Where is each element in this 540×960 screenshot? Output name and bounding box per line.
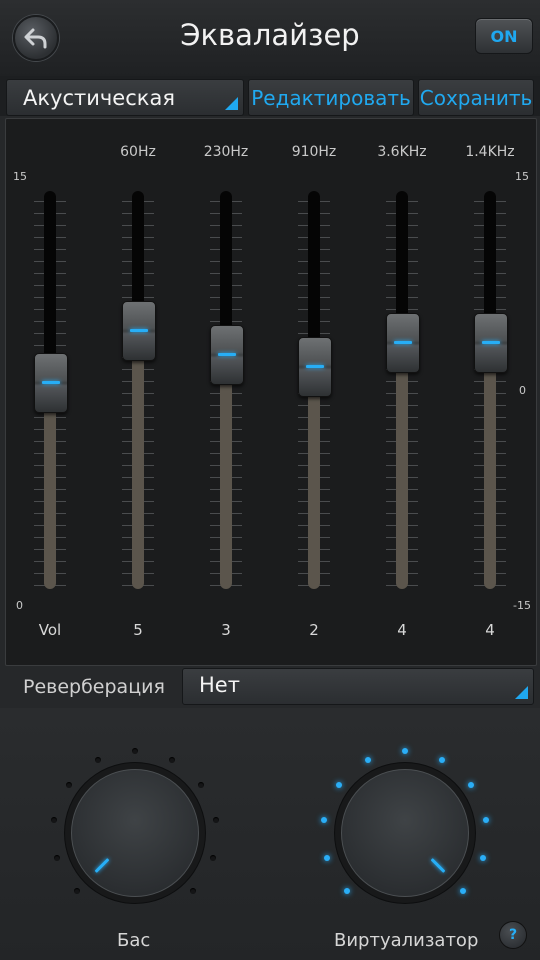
scale-right-top: 15 bbox=[515, 170, 529, 183]
slider-knob-indicator bbox=[130, 329, 148, 333]
frequency-label: 3.6KHz bbox=[377, 144, 427, 160]
reverb-label: Реверберация bbox=[23, 676, 165, 698]
slider-value-label: 5 bbox=[133, 621, 143, 639]
equalizer-panel: 15 0 15 0 -15 Vol 60Hz 5 230Hz 3 910Hz 2 3.6KHz… bbox=[5, 118, 537, 666]
bass-knob-face bbox=[71, 769, 199, 897]
slider-track-lower bbox=[44, 382, 56, 589]
slider-track-lower bbox=[396, 342, 408, 589]
bass-level-dot bbox=[65, 781, 72, 788]
virtualizer-level-dot bbox=[459, 887, 466, 894]
dropdown-triangle-icon bbox=[225, 97, 238, 110]
frequency-label: 1.4KHz bbox=[465, 144, 515, 160]
header-bar: Эквалайзер ON bbox=[0, 0, 540, 77]
scale-right-bottom: -15 bbox=[513, 599, 531, 612]
bass-level-dot bbox=[74, 887, 81, 894]
slider-knob-indicator bbox=[482, 341, 500, 345]
bass-level-dot bbox=[94, 756, 101, 763]
virtualizer-knob-face bbox=[341, 769, 469, 897]
preset-selected-label: Акустическая bbox=[23, 86, 175, 110]
slider-value-label: 2 bbox=[309, 621, 319, 639]
virtualizer-level-dot bbox=[335, 781, 342, 788]
virtualizer-label: Виртуализатор bbox=[334, 930, 479, 951]
slider-value-label: 4 bbox=[397, 621, 407, 639]
slider-value-label: 4 bbox=[485, 621, 495, 639]
slider-knob-indicator bbox=[394, 341, 412, 345]
page-title: Эквалайзер bbox=[180, 18, 360, 52]
frequency-label: 230Hz bbox=[203, 144, 249, 160]
virtualizer-level-dot bbox=[402, 748, 408, 754]
virtualizer-level-dot bbox=[364, 756, 371, 763]
virtualizer-knob[interactable] bbox=[335, 763, 475, 903]
slider-value-label: 3 bbox=[221, 621, 231, 639]
dropdown-triangle-icon bbox=[515, 686, 528, 699]
preset-dropdown[interactable]: Акустическая bbox=[6, 79, 244, 116]
slider-knob[interactable] bbox=[122, 301, 156, 362]
bass-level-dot bbox=[132, 748, 138, 754]
slider-knob[interactable] bbox=[34, 353, 68, 414]
bass-knob[interactable] bbox=[65, 763, 205, 903]
help-button[interactable]: ? bbox=[499, 921, 527, 949]
virtualizer-level-dot bbox=[344, 887, 351, 894]
save-button[interactable]: Сохранить bbox=[418, 79, 534, 116]
scale-right-mid: 0 bbox=[519, 384, 526, 397]
slider-track-lower bbox=[308, 366, 320, 589]
edit-button[interactable]: Редактировать bbox=[248, 79, 414, 116]
reverb-selected-label: Нет bbox=[199, 673, 240, 697]
bass-level-dot bbox=[189, 887, 196, 894]
scale-left-top: 15 bbox=[13, 170, 27, 183]
slider-track-lower bbox=[484, 342, 496, 589]
slider-knob[interactable] bbox=[474, 313, 508, 374]
slider-track-lower bbox=[220, 354, 232, 589]
frequency-label: 910Hz bbox=[291, 144, 337, 160]
slider-track-lower bbox=[132, 330, 144, 589]
slider-knob[interactable] bbox=[386, 313, 420, 374]
slider-knob-indicator bbox=[42, 381, 60, 385]
frequency-label: 60Hz bbox=[120, 144, 156, 160]
preset-row: Акустическая Редактировать Сохранить bbox=[0, 76, 540, 116]
slider-knob[interactable] bbox=[298, 337, 332, 398]
bass-label: Бас bbox=[117, 930, 151, 951]
slider-knob-indicator bbox=[306, 365, 324, 369]
scale-left-bottom: 0 bbox=[16, 599, 23, 612]
on-toggle-button[interactable]: ON bbox=[475, 18, 533, 54]
slider-knob-indicator bbox=[218, 353, 236, 357]
slider-value-label: Vol bbox=[38, 621, 62, 639]
reverb-dropdown[interactable]: Нет bbox=[182, 668, 534, 705]
slider-knob[interactable] bbox=[210, 325, 244, 386]
